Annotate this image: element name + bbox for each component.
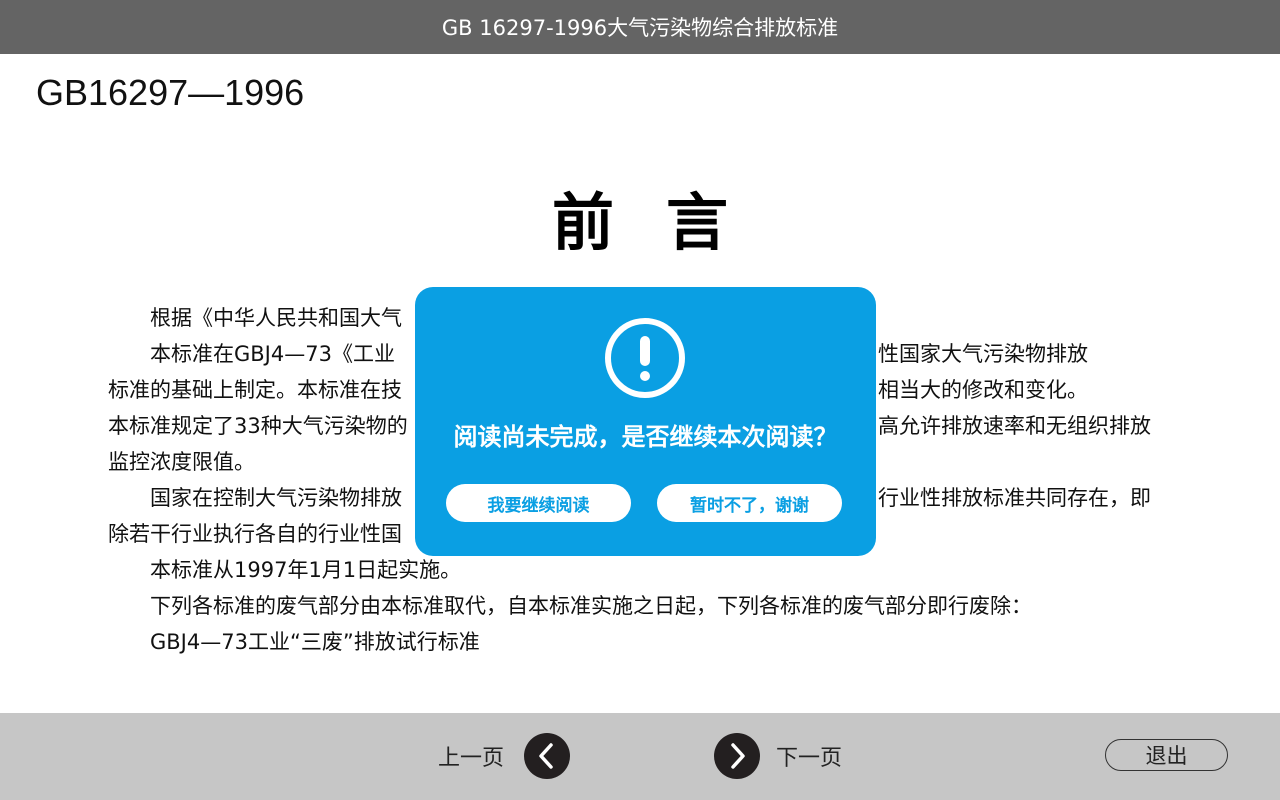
prev-page-label[interactable]: 上一页	[438, 740, 504, 772]
document-heading: 前言	[551, 186, 780, 259]
exclamation-circle-icon	[605, 318, 685, 398]
paragraph-text-tail: 相当大的修改和变化。	[878, 378, 1088, 402]
bottom-navigation-bar: 上一页 下一页 退出	[0, 713, 1280, 800]
paragraph-text-tail: 高允许排放速率和无组织排放	[878, 414, 1151, 438]
paragraph-text: 下列各标准的废气部分由本标准取代，自本标准实施之日起，下列各标准的废气部分即行废…	[150, 594, 1032, 618]
paragraph-text-tail: 行业性排放标准共同存在，即	[878, 486, 1151, 510]
document-paragraph: 本标准从1997年1月1日起实施。	[108, 552, 1188, 588]
resume-reading-dialog: 阅读尚未完成，是否继续本次阅读？ 我要继续阅读 暂时不了，谢谢	[415, 287, 876, 556]
decline-button[interactable]: 暂时不了，谢谢	[657, 484, 842, 522]
chevron-right-icon[interactable]	[714, 733, 760, 779]
next-page-label[interactable]: 下一页	[776, 740, 842, 772]
document-code: GB16297—1996	[36, 72, 305, 113]
chevron-left-icon[interactable]	[524, 733, 570, 779]
dialog-message: 阅读尚未完成，是否继续本次阅读？	[453, 423, 838, 451]
paragraph-text: 除若干行业执行各自的行业性国	[108, 522, 402, 546]
exit-button[interactable]: 退出	[1105, 739, 1228, 771]
document-paragraph: 下列各标准的废气部分由本标准取代，自本标准实施之日起，下列各标准的废气部分即行废…	[108, 588, 1188, 624]
continue-reading-button[interactable]: 我要继续阅读	[446, 484, 631, 522]
paragraph-text: 本标准从1997年1月1日起实施。	[150, 558, 462, 582]
window-title: GB 16297-1996大气污染物综合排放标准	[441, 16, 839, 40]
paragraph-text: 标准的基础上制定。本标准在技	[108, 378, 402, 402]
document-paragraph: GBJ4—73工业“三废”排放试行标准	[108, 624, 1188, 660]
paragraph-text: 国家在控制大气污染物排放	[150, 486, 402, 510]
paragraph-text: GBJ4—73工业“三废”排放试行标准	[150, 630, 480, 654]
title-bar: GB 16297-1996大气污染物综合排放标准	[0, 0, 1280, 54]
paragraph-text-tail: 性国家大气污染物排放	[878, 342, 1088, 366]
paragraph-text: 监控浓度限值。	[108, 450, 255, 474]
paragraph-text: 根据《中华人民共和国大气	[150, 306, 402, 330]
paragraph-text: 本标准规定了33种大气污染物的	[108, 414, 408, 438]
paragraph-text: 本标准在GBJ4—73《工业	[150, 342, 395, 366]
